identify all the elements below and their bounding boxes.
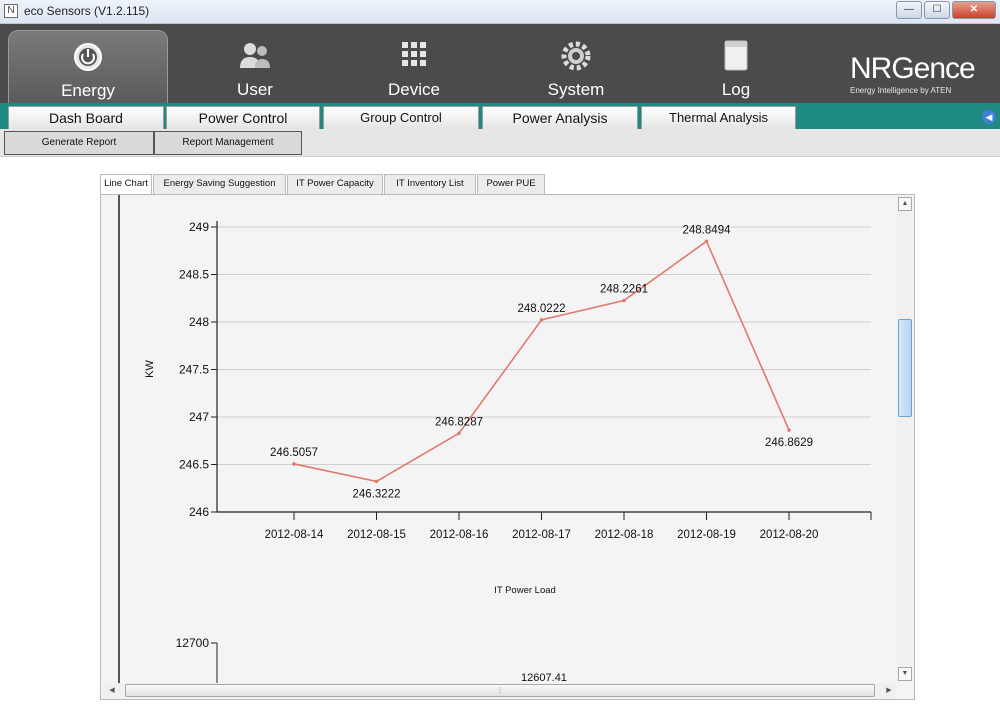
data-label: 248.8494 [683,224,732,236]
nav-tab-system[interactable]: System [496,30,656,103]
function-tab-bar: Dash Board Power Control Group Control P… [0,103,1000,129]
nav-tab-label: Log [721,80,751,99]
chart2-data-label: 12607.41 [521,672,567,683]
y-tick-label: 247 [189,410,209,424]
data-point [539,318,544,322]
main-header: Energy User Device System Log NRGence En… [0,24,1000,103]
vertical-scroll-thumb[interactable] [898,319,912,417]
data-point [374,479,379,484]
logo-subtitle: Energy Intelligence by ATEN [850,86,952,95]
window-titlebar: N eco Sensors (V1.2.115) — ☐ ✕ [0,0,1000,24]
nav-tab-label: Device [388,80,440,99]
x-tick-label: 2012-08-16 [430,529,489,541]
device-grid-icon [402,42,426,66]
series-line [293,240,790,483]
gear-icon [561,41,591,71]
minimize-button[interactable]: — [896,1,922,19]
x-tick-label: 2012-08-17 [512,529,571,541]
log-document-icon [724,40,748,71]
y-tick-label: 247.5 [179,363,209,377]
tab-thermal-analysis[interactable]: Thermal Analysis [641,106,796,129]
y-tick-label: 249 [189,220,209,234]
nav-tab-energy[interactable]: Energy [8,30,168,103]
sound-icon[interactable]: ◀ [982,110,996,124]
tab-power-control[interactable]: Power Control [166,106,320,129]
chart2-y-tick-label: 12700 [176,636,210,650]
window-title: eco Sensors (V1.2.115) [24,4,150,18]
nav-tab-label: User [237,80,273,99]
nav-tab-label: Energy [61,81,115,100]
maximize-button[interactable]: ☐ [924,1,950,19]
horizontal-scrollbar[interactable]: ◀ ⦙ ▶ [103,683,896,698]
tab-report-management[interactable]: Report Management [154,131,302,155]
data-point [292,462,296,466]
data-label: 246.8629 [765,437,813,449]
scroll-right-arrow-icon[interactable]: ▶ [882,684,896,697]
tab-it-inventory-list[interactable]: IT Inventory List [384,174,476,194]
data-label: 248.0222 [518,303,566,315]
nav-tab-log[interactable]: Log [656,30,816,103]
users-icon [240,43,270,68]
tab-power-pue[interactable]: Power PUE [477,174,545,194]
app-icon: N [4,4,18,18]
x-tick-label: 2012-08-20 [760,529,819,541]
data-label: 246.8287 [435,416,483,428]
vertical-scrollbar[interactable]: ▲ ▼ [897,197,913,681]
x-tick-label: 2012-08-14 [265,529,324,541]
window-controls: — ☐ ✕ [896,1,996,19]
scroll-left-arrow-icon[interactable]: ◀ [105,684,119,697]
y-tick-label: 246.5 [179,458,209,472]
nav-tab-user[interactable]: User [175,30,335,103]
horizontal-scroll-thumb[interactable]: ⦙ [125,684,875,697]
power-icon [74,43,102,71]
tab-group-control[interactable]: Group Control [323,106,479,129]
scroll-up-arrow-icon[interactable]: ▲ [898,197,912,211]
tab-line-chart[interactable]: Line Chart [100,174,152,196]
nrgence-logo: NRGence Energy Intelligence by ATEN [850,52,995,96]
y-tick-label: 246 [189,505,209,519]
y-tick-label: 248 [189,315,209,329]
tab-energy-saving-suggestion[interactable]: Energy Saving Suggestion [153,174,286,194]
y-axis-label: KW [144,360,156,378]
content-area: Line Chart Energy Saving Suggestion IT P… [0,158,1000,711]
sub-tab-bar: Generate Report Report Management [0,129,1000,157]
y-tick-label: 248.5 [179,268,209,282]
data-point [787,428,791,432]
logo-main-text: NRGence [850,52,976,85]
tab-it-power-capacity[interactable]: IT Power Capacity [287,174,383,194]
data-label: 248.2261 [600,284,648,296]
chart-panel: 246 246.5 247 247.5 248 248.5 249 2012-08-14 201… [100,194,915,700]
data-point [704,239,709,244]
data-label: 246.3222 [353,488,401,500]
data-point [457,431,461,436]
scroll-down-arrow-icon[interactable]: ▼ [898,667,912,681]
tab-dash-board[interactable]: Dash Board [8,106,164,129]
x-tick-label: 2012-08-19 [677,529,736,541]
tab-power-analysis[interactable]: Power Analysis [482,106,638,129]
line-chart: 246 246.5 247 247.5 248 248.5 249 2012-08-14 201… [118,195,872,683]
tab-generate-report[interactable]: Generate Report [4,131,154,155]
nav-tab-label: System [547,80,605,99]
data-point [622,298,626,303]
data-label: 246.5057 [270,447,318,459]
close-button[interactable]: ✕ [952,1,996,19]
x-tick-label: 2012-08-15 [347,529,406,541]
x-axis-label: IT Power Load [494,585,556,596]
x-tick-label: 2012-08-18 [595,529,654,541]
nav-tab-device[interactable]: Device [334,30,494,103]
